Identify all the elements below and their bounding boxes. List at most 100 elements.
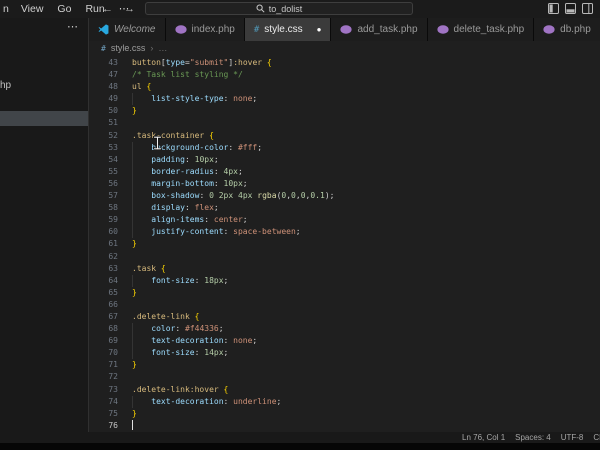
code-line-47[interactable]: 47 /* Task list styling */ (89, 69, 600, 81)
code-line-60[interactable]: 60 justify-content: space-between; (89, 226, 600, 239)
menu-item-view[interactable]: View (14, 0, 51, 18)
modified-dot-icon[interactable]: ● (317, 25, 322, 34)
line-number: 47 (108, 70, 118, 80)
code-line-50[interactable]: 50} (89, 105, 600, 117)
editor-group: Welcome index.php # style.css ● add_task.php d… (88, 18, 600, 432)
explorer-sidebar: ⋯ hp (0, 18, 88, 432)
line-number: 52 (108, 130, 118, 140)
breadcrumb-more[interactable]: … (158, 43, 167, 53)
code-line-51[interactable]: 51 (89, 117, 600, 129)
tab-db.php[interactable]: db.php (534, 18, 600, 41)
code-line-70[interactable]: 70 font-size: 14px; (89, 347, 600, 360)
line-number: 61 (108, 239, 118, 249)
line-content (132, 419, 133, 432)
sidebar-more-actions-icon[interactable]: ⋯ (67, 20, 79, 33)
code-line-71[interactable]: 71} (89, 359, 600, 371)
status-item-ln-76-col-1[interactable]: Ln 76, Col 1 (462, 433, 505, 442)
line-number: 69 (108, 336, 118, 346)
code-line-62[interactable]: 62 (89, 251, 600, 263)
line-number: 73 (108, 384, 118, 394)
tab-bar: Welcome index.php # style.css ● add_task.php d… (89, 18, 600, 41)
code-line-55[interactable]: 55 border-radius: 4px; (89, 165, 600, 178)
code-line-59[interactable]: 59 align-items: center; (89, 214, 600, 227)
line-content: margin-bottom: 10px; (151, 178, 248, 188)
line-content: .delete-link { (132, 311, 200, 321)
toggle-sidebar-icon[interactable] (548, 3, 559, 14)
code-line-63[interactable]: 63 .task { (89, 263, 600, 275)
code-line-57[interactable]: 57 box-shadow: 0 2px 4px rgba(0,0,0,0.1)… (89, 190, 600, 203)
code-line-69[interactable]: 69 text-decoration: none; (89, 335, 600, 348)
tab-index.php[interactable]: index.php (165, 18, 245, 41)
tab-Welcome[interactable]: Welcome (89, 18, 166, 41)
explorer-selected-item[interactable] (0, 111, 88, 126)
code-line-65[interactable]: 65} (89, 287, 600, 299)
explorer-file-item-partial[interactable]: hp (0, 80, 11, 91)
line-number: 51 (108, 118, 118, 128)
line-number: 63 (108, 263, 118, 273)
code-line-68[interactable]: 68 color: #f44336; (89, 323, 600, 336)
code-line-56[interactable]: 56 margin-bottom: 10px; (89, 177, 600, 191)
line-content: justify-content: space-between; (151, 227, 301, 237)
code-line-61[interactable]: 61} (89, 238, 600, 250)
back-icon[interactable]: ← (102, 3, 113, 15)
code-line-48[interactable]: 48 ul { (89, 81, 600, 93)
status-item-spaces-4[interactable]: Spaces: 4 (515, 433, 551, 442)
titlebar: n View Go Run ⋯ ← → to_dolist (0, 0, 600, 18)
indent-guide (132, 347, 133, 360)
status-item-crlf[interactable]: CRLF (593, 433, 600, 442)
php-file-icon (174, 25, 187, 34)
indent-guide (132, 177, 133, 191)
toggle-secondary-sidebar-icon[interactable] (582, 3, 593, 14)
menu-item-go[interactable]: Go (50, 0, 78, 18)
tab-label: add_task.php (357, 24, 418, 35)
code-line-49[interactable]: 49 list-style-type: none; (89, 93, 600, 106)
tab-style.css[interactable]: # style.css ● (244, 18, 332, 41)
line-number: 59 (108, 215, 118, 225)
line-content: text-decoration: none; (151, 336, 258, 346)
code-line-52[interactable]: 52 .task-container { (89, 130, 600, 142)
php-file-icon (543, 25, 555, 34)
code-line-58[interactable]: 58 display: flex; (89, 202, 600, 215)
breadcrumb[interactable]: # style.css › … (89, 41, 600, 55)
line-content: align-items: center; (151, 215, 248, 225)
status-bar: Ln 76, Col 1 Spaces: 4 UTF-8 CRLF (0, 432, 600, 443)
line-number: 62 (108, 251, 118, 261)
code-line-75[interactable]: 75} (89, 408, 600, 420)
breadcrumb-file[interactable]: style.css (111, 43, 146, 53)
code-line-74[interactable]: 74 text-decoration: underline; (89, 395, 600, 408)
line-content: list-style-type: none; (151, 94, 258, 104)
line-number: 60 (108, 227, 118, 237)
text-caret (132, 419, 133, 430)
code-line-73[interactable]: 73 .delete-link:hover { (89, 384, 600, 396)
line-content: font-size: 14px; (151, 348, 229, 358)
toggle-panel-icon[interactable] (565, 3, 576, 14)
php-file-icon (340, 25, 353, 34)
code-line-66[interactable]: 66 (89, 299, 600, 311)
vscode-logo-icon (98, 24, 109, 35)
code-line-43[interactable]: 43 button[type="submit"]:hover { (89, 57, 600, 69)
line-number: 75 (108, 408, 118, 418)
tab-label: Welcome (114, 24, 156, 35)
forward-icon[interactable]: → (124, 3, 135, 15)
line-content: font-size: 18px; (151, 275, 229, 285)
line-content: /* Task list styling */ (132, 70, 243, 80)
code-line-67[interactable]: 67 .delete-link { (89, 311, 600, 323)
breadcrumb-separator-icon: › (150, 43, 154, 53)
status-item-utf-8[interactable]: UTF-8 (561, 433, 584, 442)
code-area[interactable]: 43 button[type="submit"]:hover {47 /* Task… (89, 55, 600, 432)
line-content: color: #f44336; (151, 324, 224, 334)
line-number: 50 (108, 106, 118, 116)
command-center-search[interactable]: to_dolist (145, 2, 413, 15)
line-number: 70 (108, 348, 118, 358)
line-number: 56 (108, 178, 118, 188)
code-line-76[interactable]: 76 (89, 419, 600, 432)
code-line-64[interactable]: 64 font-size: 18px; (89, 274, 600, 287)
indent-guide (132, 395, 133, 408)
code-line-54[interactable]: 54 padding: 10px; (89, 153, 600, 166)
tab-add_task.php[interactable]: add_task.php (331, 18, 428, 41)
tab-delete_task.php[interactable]: delete_task.php (427, 18, 535, 41)
menu-item-n[interactable]: n (0, 0, 14, 18)
code-line-53[interactable]: 53 background-color: #fff; (89, 141, 600, 154)
mouse-text-cursor-icon (153, 136, 162, 150)
code-line-72[interactable]: 72 (89, 371, 600, 383)
